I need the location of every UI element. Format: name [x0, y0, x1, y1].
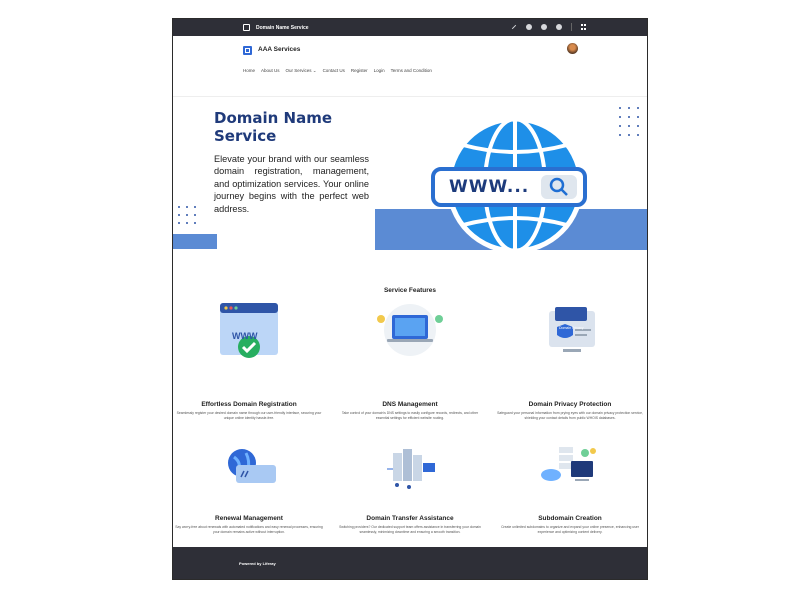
- feature-description: Safeguard your personal information from…: [497, 411, 643, 420]
- feature-description: Say worry-free about renewals with autom…: [175, 525, 323, 534]
- nav-register[interactable]: Register: [351, 68, 368, 74]
- site-footer: Powered by Liferay: [173, 547, 647, 579]
- features-heading: Service Features: [383, 287, 437, 294]
- nav-about-us[interactable]: About Us: [261, 68, 280, 74]
- hero-title: Domain Name Service: [214, 109, 333, 145]
- logo-icon[interactable]: [243, 46, 252, 55]
- cloud-server-icon: [541, 447, 596, 481]
- privacy-label: Domain Privacy: [559, 326, 584, 330]
- edit-icon[interactable]: [511, 24, 517, 30]
- www-badge-text: WWW: [232, 331, 258, 341]
- browser-viewport: Domain Name Service AAA Services Home Ab…: [172, 18, 648, 580]
- nav-our-services[interactable]: Our Services ⌄: [286, 68, 317, 74]
- user-avatar[interactable]: [567, 43, 578, 54]
- globe-www-illustration: WWW...: [375, 97, 647, 272]
- feature-card: Domain Transfer Assistance Switching pro…: [335, 439, 485, 549]
- main-nav: Home About Us Our Services ⌄ Contact Us …: [243, 68, 432, 74]
- divider: [571, 23, 572, 31]
- dns-laptop-icon: [377, 304, 443, 356]
- nav-home[interactable]: Home: [243, 68, 255, 74]
- feature-description: Switching providers? Our dedicated suppo…: [339, 525, 481, 534]
- feature-description: Seamlessly register your desired domain …: [176, 411, 322, 420]
- feature-name: DNS Management: [382, 401, 438, 408]
- privacy-shield-icon: [549, 307, 595, 352]
- page-title-bar: Domain Name Service: [256, 24, 309, 31]
- nav-contact-us[interactable]: Contact Us: [323, 68, 345, 74]
- decor-block-left: [173, 234, 217, 249]
- feature-name: Domain Transfer Assistance: [366, 515, 454, 522]
- dots-decoration-left: [178, 206, 196, 224]
- page-icon[interactable]: [243, 24, 250, 31]
- nav-terms[interactable]: Terms and Condition: [391, 68, 432, 74]
- gear-icon[interactable]: [526, 24, 532, 30]
- feature-name: Renewal Management: [215, 515, 283, 522]
- feature-name: Domain Privacy Protection: [528, 401, 612, 408]
- site-header: AAA Services Home About Us Our Services …: [173, 36, 647, 97]
- feature-card: DNS Management Take control of your doma…: [335, 297, 485, 437]
- powered-by-link[interactable]: Powered by Liferay: [239, 561, 276, 566]
- hero-section: Domain Name Service Elevate your brand w…: [173, 97, 647, 272]
- feature-description: Create unlimited subdomains to organize …: [501, 525, 639, 534]
- feature-name: Effortless Domain Registration: [201, 401, 297, 408]
- brand-name[interactable]: AAA Services: [258, 46, 300, 53]
- feature-card: Renewal Management Say worry-free about …: [174, 439, 324, 549]
- feature-description: Take control of your domain's DNS settin…: [341, 411, 479, 420]
- feature-card: Subdomain Creation Create unlimited subd…: [495, 439, 645, 549]
- hero-description: Elevate your brand with our seamless dom…: [214, 154, 369, 214]
- nav-login[interactable]: Login: [374, 68, 385, 74]
- feature-name: Subdomain Creation: [538, 515, 602, 522]
- www-label: WWW...: [449, 177, 530, 197]
- apps-grid-icon[interactable]: [581, 24, 587, 30]
- feature-card: Domain Privacy Domain Privacy Protection…: [495, 297, 645, 437]
- feature-card: WWW Effortless Domain Registration Seaml…: [174, 297, 324, 437]
- globe-window-icon: [228, 449, 276, 483]
- info-icon[interactable]: [556, 24, 562, 30]
- server-transfer-icon: [387, 449, 435, 489]
- simulation-icon[interactable]: [541, 24, 547, 30]
- control-menu-bar: Domain Name Service: [173, 19, 647, 36]
